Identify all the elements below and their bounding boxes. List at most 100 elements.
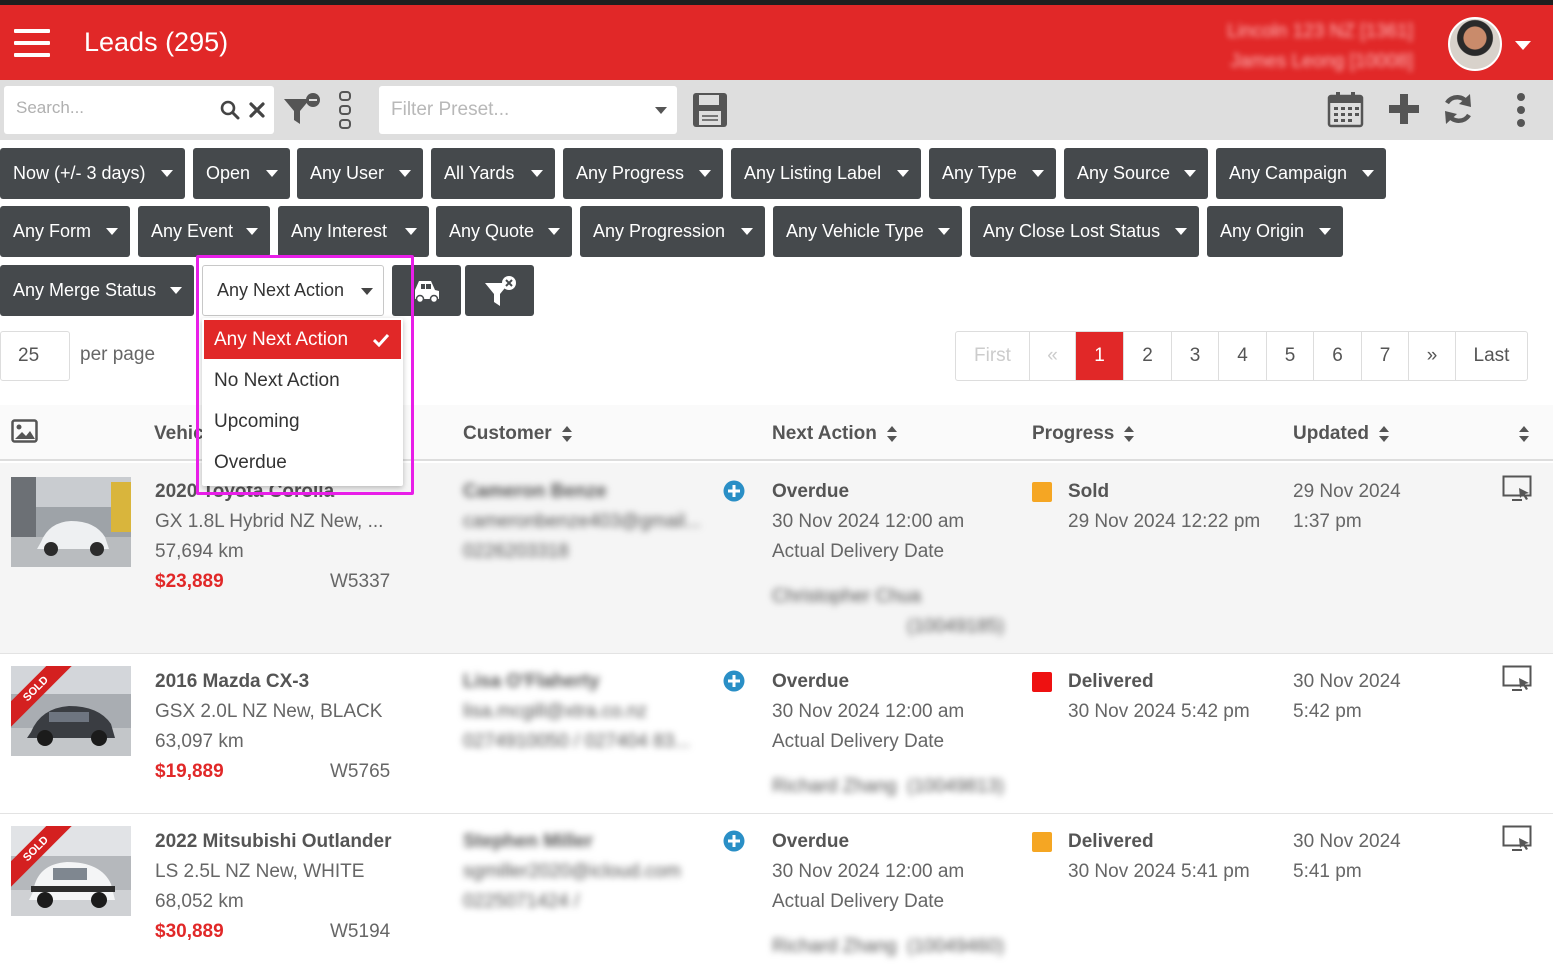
save-icon[interactable] <box>691 91 729 129</box>
progress-date: 30 Nov 2024 5:41 pm <box>1068 861 1250 882</box>
refresh-icon[interactable] <box>1441 92 1475 126</box>
filter-form[interactable]: Any Form <box>0 206 130 257</box>
avatar[interactable] <box>1448 17 1502 71</box>
vehicle-thumbnail[interactable]: SOLD <box>11 826 131 916</box>
updated-time: 5:42 pm <box>1293 701 1362 722</box>
filter-interest[interactable]: Any Interest <box>278 206 429 257</box>
filter-user[interactable]: Any User <box>297 148 423 199</box>
chevron-down-icon <box>170 287 182 294</box>
focus-highlight-box <box>196 255 414 495</box>
page-last[interactable]: Last <box>1456 332 1527 380</box>
table-row[interactable]: SOLD 2022 Mitsubishi Outlander LS 2.5L N… <box>0 814 1553 972</box>
sort-icon <box>1519 425 1530 442</box>
filter-listing-label[interactable]: Any Listing Label <box>731 148 921 199</box>
filter-campaign[interactable]: Any Campaign <box>1216 148 1386 199</box>
page-first[interactable]: First <box>956 332 1030 380</box>
filter-progress[interactable]: Any Progress <box>563 148 723 199</box>
filter-close-lost-status[interactable]: Any Close Lost Status <box>970 206 1199 257</box>
chevron-down-icon <box>1184 170 1196 177</box>
filter-options-icon[interactable] <box>282 90 322 130</box>
filter-label: Any User <box>310 163 385 183</box>
filter-date-range[interactable]: Now (+/- 3 days) <box>0 148 185 199</box>
filter-source[interactable]: Any Source <box>1064 148 1208 199</box>
user-info[interactable]: Lincoln 123 NZ [1361] James Leong [10008… <box>1227 17 1413 77</box>
column-next-action[interactable]: Next Action <box>772 423 898 445</box>
add-action-icon[interactable] <box>723 670 745 692</box>
filter-preset-input[interactable] <box>391 99 631 121</box>
vehicle-thumbnail[interactable]: SOLD <box>11 666 131 756</box>
column-customer[interactable]: Customer <box>463 423 573 445</box>
stock-number: W5194 <box>330 921 391 942</box>
filter-quote[interactable]: Any Quote <box>436 206 572 257</box>
vehicle-thumbnail[interactable] <box>11 477 131 567</box>
page-prev[interactable]: « <box>1030 332 1076 380</box>
preview-monitor-icon[interactable] <box>1502 665 1532 693</box>
vehicle-price: $30,889 <box>155 921 224 942</box>
assignee-id: (10049185) <box>907 616 1005 637</box>
filter-vehicle-type[interactable]: Any Vehicle Type <box>773 206 962 257</box>
vehicle-price: $19,889 <box>155 761 224 782</box>
preview-monitor-icon[interactable] <box>1502 825 1532 853</box>
page-7[interactable]: 7 <box>1362 332 1409 380</box>
filter-preset-select[interactable] <box>379 86 677 134</box>
filter-progression[interactable]: Any Progression <box>580 206 765 257</box>
filter-label: Any Progression <box>593 221 726 241</box>
filter-yards[interactable]: All Yards <box>431 148 555 199</box>
search-icon[interactable] <box>220 100 240 120</box>
preview-monitor-icon[interactable] <box>1502 475 1532 503</box>
more-options-icon[interactable] <box>1514 92 1528 128</box>
filter-label: Any Vehicle Type <box>786 221 924 241</box>
sort-icon <box>886 425 898 442</box>
filter-merge-status[interactable]: Any Merge Status <box>0 265 194 316</box>
column-label: Customer <box>463 423 552 444</box>
chevron-down-icon <box>938 228 950 235</box>
vehicle-title[interactable]: 2022 Mitsubishi Outlander <box>155 827 392 857</box>
filter-type[interactable]: Any Type <box>929 148 1056 199</box>
chevron-down-icon[interactable] <box>1515 41 1531 50</box>
search-input[interactable] <box>16 98 206 118</box>
progress-status-indicator <box>1032 832 1052 852</box>
column-updated[interactable]: Updated <box>1293 423 1390 445</box>
search-box <box>4 86 274 134</box>
table-row[interactable]: SOLD 2016 Mazda CX-3 GSX 2.0L NZ New, BL… <box>0 654 1553 814</box>
filter-clear-icon <box>485 276 516 306</box>
calendar-icon[interactable] <box>1327 91 1364 128</box>
page-1[interactable]: 1 <box>1076 332 1124 380</box>
add-action-icon[interactable] <box>723 830 745 852</box>
filter-label: Any Origin <box>1220 221 1305 241</box>
filter-status[interactable]: Open <box>193 148 290 199</box>
filter-event[interactable]: Any Event <box>138 206 270 257</box>
add-icon[interactable] <box>1388 93 1420 125</box>
clear-icon[interactable] <box>248 101 266 119</box>
chevron-down-icon <box>897 170 909 177</box>
chevron-down-icon <box>699 170 711 177</box>
filter-label: Open <box>206 163 251 183</box>
customer-email: cameronbenze403@gmail... <box>463 511 701 532</box>
sort-icon <box>561 425 573 442</box>
page-next[interactable]: » <box>1409 332 1456 380</box>
page-6[interactable]: 6 <box>1314 332 1362 380</box>
page-2[interactable]: 2 <box>1124 332 1172 380</box>
progress-date: 29 Nov 2024 12:22 pm <box>1068 511 1261 532</box>
per-page-input[interactable] <box>0 331 70 381</box>
vehicle-title[interactable]: 2016 Mazda CX-3 <box>155 667 309 697</box>
customer-name[interactable]: Lisa O'Flaherty <box>463 667 600 697</box>
add-action-icon[interactable] <box>723 480 745 502</box>
page-3[interactable]: 3 <box>1172 332 1219 380</box>
car-icon <box>415 281 439 304</box>
customer-phone: 0225071424 / <box>463 891 580 912</box>
page-5[interactable]: 5 <box>1267 332 1314 380</box>
column-label: Progress <box>1032 423 1115 444</box>
column-actions-sort[interactable] <box>1509 423 1530 445</box>
customer-name[interactable]: Stephen Miller <box>463 827 593 857</box>
filter-label: Any Listing Label <box>744 163 882 183</box>
updated-time: 5:41 pm <box>1293 861 1362 882</box>
sort-icon <box>1379 425 1390 442</box>
column-progress[interactable]: Progress <box>1032 423 1135 445</box>
hamburger-menu-icon[interactable] <box>14 29 50 57</box>
filter-origin[interactable]: Any Origin <box>1207 206 1343 257</box>
page-4[interactable]: 4 <box>1219 332 1267 380</box>
clear-filters-button[interactable] <box>465 265 534 316</box>
customer-name[interactable]: Cameron Benze <box>463 477 607 507</box>
column-options-icon[interactable] <box>336 90 354 130</box>
